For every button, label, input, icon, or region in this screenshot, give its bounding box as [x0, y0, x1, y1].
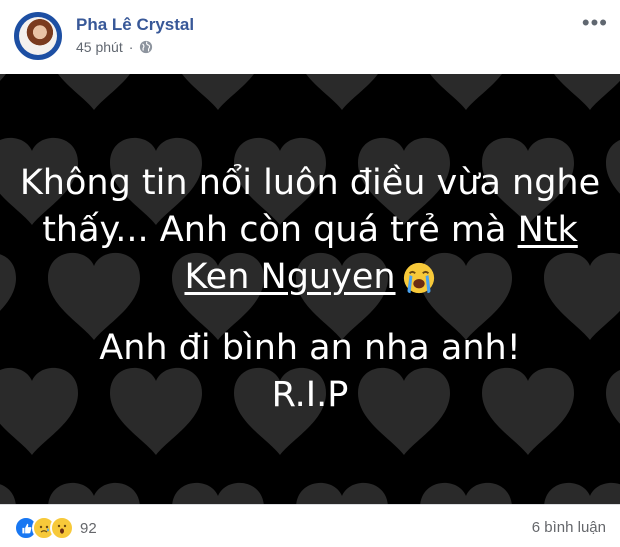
heart-shape: [420, 74, 512, 110]
post-header: Pha Lê Crystal 45 phút · •••: [0, 0, 620, 74]
heart-shape: [544, 74, 620, 110]
heart-shape: [0, 74, 16, 110]
post-time[interactable]: 45 phút: [76, 39, 123, 55]
designer-link-ntk[interactable]: Ntk: [518, 210, 578, 250]
heart-shape: [544, 482, 620, 504]
globe-icon[interactable]: [139, 40, 153, 54]
more-icon[interactable]: •••: [582, 12, 608, 34]
heart-shape: [48, 74, 140, 110]
crying-face-icon: [403, 262, 434, 294]
message-line-3: Ken Nguyen: [0, 254, 620, 301]
heart-shape: [172, 74, 264, 110]
wow-icon: [50, 516, 74, 540]
reaction-summary[interactable]: 92: [14, 516, 97, 540]
facebook-post: Pha Lê Crystal 45 phút · ••• Không tin n…: [0, 0, 620, 546]
post-message: Không tin nổi luôn điều vừa nghe thấy...…: [0, 160, 620, 419]
post-footer: 92 6 bình luận: [0, 504, 620, 547]
post-meta: 45 phút ·: [76, 39, 153, 55]
post-image[interactable]: Không tin nổi luôn điều vừa nghe thấy...…: [0, 74, 620, 504]
heart-shape: [0, 482, 16, 504]
designer-link-name[interactable]: Ken Nguyen: [184, 257, 395, 297]
heart-shape: [296, 482, 388, 504]
comment-count-link[interactable]: 6 bình luận: [532, 519, 606, 536]
heart-shape: [420, 482, 512, 504]
message-line-2: thấy... Anh còn quá trẻ mà Ntk: [42, 210, 578, 250]
avatar-image: [19, 17, 57, 55]
avatar[interactable]: [14, 12, 62, 60]
reaction-count: 92: [80, 519, 97, 537]
message-line-1: Không tin nổi luôn điều vừa nghe: [19, 163, 601, 203]
message-line-5: R.I.P: [271, 375, 349, 415]
heart-shape: [296, 74, 388, 110]
author-name[interactable]: Pha Lê Crystal: [76, 15, 194, 35]
heart-shape: [48, 482, 140, 504]
message-line-4: Anh đi bình an nha anh!: [99, 328, 521, 368]
heart-shape: [172, 482, 264, 504]
